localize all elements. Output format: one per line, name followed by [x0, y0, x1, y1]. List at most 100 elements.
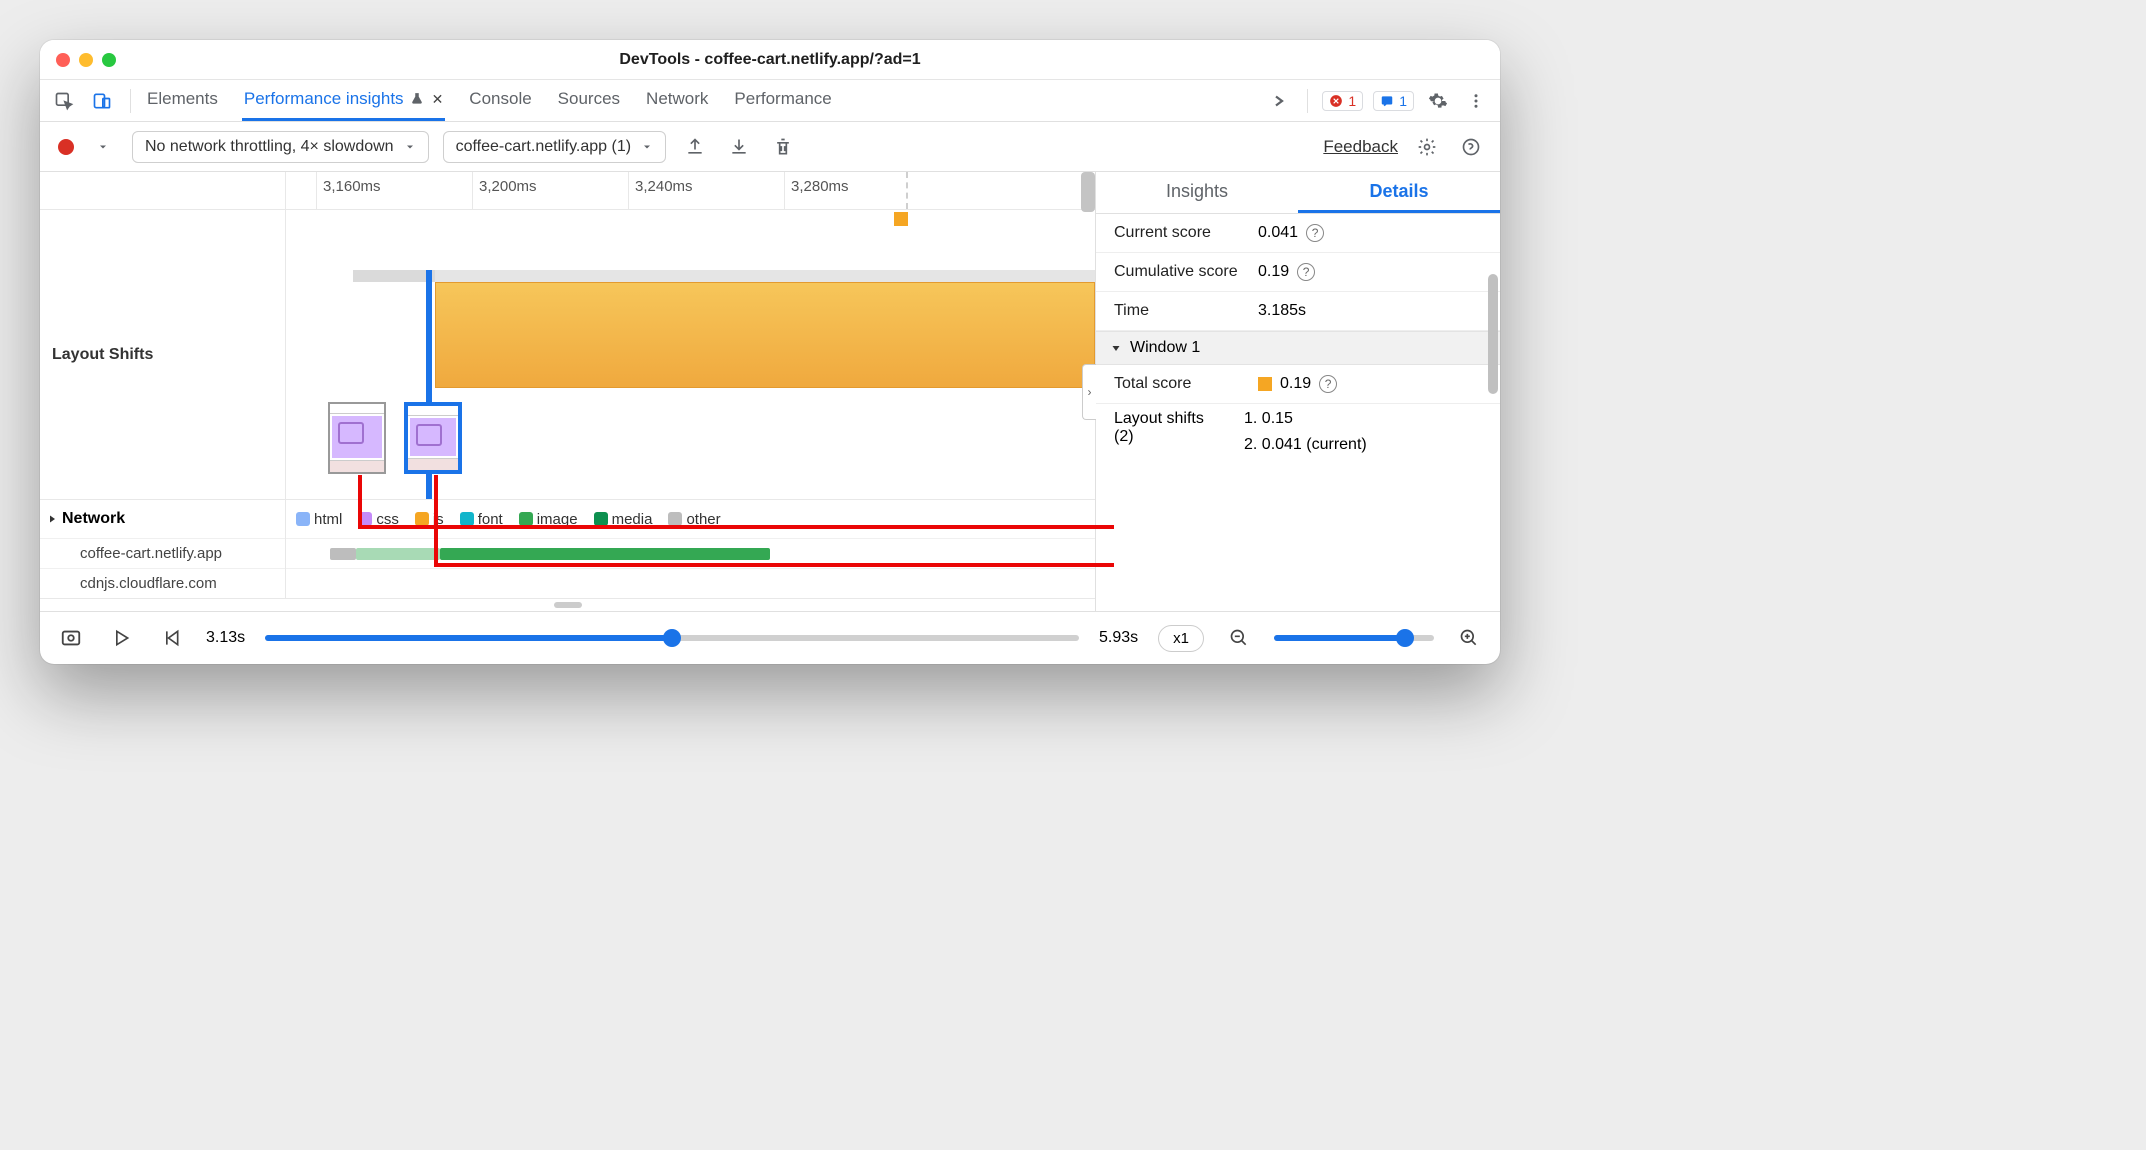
tab-elements[interactable]: Elements — [145, 80, 220, 121]
sidebar-scrollbar[interactable] — [1488, 214, 1498, 611]
layout-shift-item[interactable]: 2. 0.041 (current) — [1244, 436, 1367, 454]
request-bar[interactable] — [330, 548, 356, 560]
playback-footer: 3.13s 5.93s x1 — [40, 612, 1500, 664]
lane-label-network[interactable]: Network — [40, 500, 285, 538]
main-tabs: Elements Performance insights ✕ Console … — [145, 80, 834, 121]
layout-shift-thumbnail-selected[interactable] — [404, 402, 462, 474]
kebab-icon[interactable] — [1462, 87, 1490, 115]
network-track[interactable] — [286, 568, 1095, 598]
score-swatch-icon — [1258, 377, 1272, 391]
playback-slider[interactable] — [265, 635, 1079, 641]
feedback-link[interactable]: Feedback — [1323, 137, 1398, 157]
network-legend: html css js font image media other — [286, 500, 1095, 538]
close-icon[interactable] — [56, 53, 70, 67]
sidebar-toggle[interactable]: › — [1082, 364, 1096, 420]
ruler-tick: 3,280ms — [784, 172, 849, 209]
tab-performance[interactable]: Performance — [732, 80, 833, 121]
export-icon[interactable] — [680, 132, 710, 162]
recording-toolbar: No network throttling, 4× slowdown coffe… — [40, 122, 1500, 172]
window-group-header[interactable]: Window 1 — [1096, 331, 1500, 365]
legend-item: other — [668, 511, 720, 528]
minimize-icon[interactable] — [79, 53, 93, 67]
error-count-badge[interactable]: 1 — [1322, 91, 1363, 111]
main-tabbar: Elements Performance insights ✕ Console … — [40, 80, 1500, 122]
network-host-row[interactable]: cdnjs.cloudflare.com — [40, 568, 285, 598]
zoom-out-icon[interactable] — [1224, 623, 1254, 653]
help-icon[interactable]: ? — [1319, 375, 1337, 393]
delete-icon[interactable] — [768, 132, 798, 162]
lane-label-layout-shifts: Layout Shifts — [40, 210, 286, 499]
ruler-tick: 3,160ms — [316, 172, 381, 209]
time-ruler[interactable]: 3,160ms 3,200ms 3,240ms 3,280ms — [286, 172, 1095, 209]
tab-sources[interactable]: Sources — [556, 80, 622, 121]
preview-toggle-icon[interactable] — [56, 623, 86, 653]
legend-item: font — [460, 511, 503, 528]
help-icon[interactable]: ? — [1306, 224, 1324, 242]
settings-icon[interactable] — [1424, 87, 1452, 115]
divider — [1307, 89, 1308, 113]
legend-item: css — [358, 511, 399, 528]
tab-details[interactable]: Details — [1298, 172, 1500, 213]
chevron-right-icon — [46, 513, 58, 525]
titlebar: DevTools - coffee-cart.netlify.app/?ad=1 — [40, 40, 1500, 80]
legend-item: image — [519, 511, 578, 528]
window-controls — [56, 53, 116, 67]
layout-shifts-list: Layout shifts (2) 1. 0.15 2. 0.041 (curr… — [1096, 404, 1500, 460]
issues-count-badge[interactable]: 1 — [1373, 91, 1414, 111]
tab-network[interactable]: Network — [644, 80, 710, 121]
timeline-scrollbar[interactable] — [1081, 172, 1095, 212]
experiment-icon — [410, 92, 424, 106]
layout-shifts-lane[interactable] — [286, 210, 1095, 499]
sidebar-tabs: Insights Details — [1096, 172, 1500, 214]
divider — [130, 89, 131, 113]
request-bar[interactable] — [440, 548, 770, 560]
recording-select[interactable]: coffee-cart.netlify.app (1) — [443, 131, 667, 163]
details-sidebar: › Insights Details Current score 0.041? … — [1096, 172, 1500, 611]
js-execution-block[interactable] — [435, 282, 1095, 388]
devtools-window: DevTools - coffee-cart.netlify.app/?ad=1… — [40, 40, 1500, 664]
more-tabs-icon[interactable] — [1265, 87, 1293, 115]
detail-row-total-score: Total score 0.19? — [1096, 365, 1500, 404]
help-icon[interactable]: ? — [1297, 263, 1315, 281]
playback-start-time: 3.13s — [206, 629, 245, 647]
playback-speed[interactable]: x1 — [1158, 625, 1204, 652]
play-icon[interactable] — [106, 623, 136, 653]
inspect-icon[interactable] — [50, 87, 78, 115]
detail-row-cumulative-score: Cumulative score 0.19? — [1096, 253, 1500, 292]
layout-shift-thumbnail[interactable] — [328, 402, 386, 474]
workspace: 3,160ms 3,200ms 3,240ms 3,280ms Layout S… — [40, 172, 1500, 612]
layout-shift-item[interactable]: 1. 0.15 — [1244, 410, 1367, 428]
tab-console[interactable]: Console — [467, 80, 533, 121]
network-host-row[interactable]: coffee-cart.netlify.app — [40, 538, 285, 568]
import-icon[interactable] — [724, 132, 754, 162]
record-dropdown-icon[interactable] — [88, 132, 118, 162]
viewport-marker — [906, 172, 908, 209]
ruler-tick: 3,200ms — [472, 172, 537, 209]
ruler-tick: 3,240ms — [628, 172, 693, 209]
record-button[interactable] — [58, 139, 74, 155]
throttling-select[interactable]: No network throttling, 4× slowdown — [132, 131, 429, 163]
legend-item: html — [296, 511, 342, 528]
task-block — [435, 270, 1095, 282]
tab-insights[interactable]: Insights — [1096, 172, 1298, 213]
zoom-slider[interactable] — [1274, 635, 1434, 641]
device-toggle-icon[interactable] — [88, 87, 116, 115]
playback-end-time: 5.93s — [1099, 629, 1138, 647]
zoom-in-icon[interactable] — [1454, 623, 1484, 653]
close-tab-icon[interactable]: ✕ — [432, 91, 444, 108]
help-icon[interactable] — [1456, 132, 1486, 162]
legend-item: media — [594, 511, 653, 528]
window-title: DevTools - coffee-cart.netlify.app/?ad=1 — [40, 51, 1500, 69]
network-track[interactable] — [286, 538, 1095, 568]
rewind-icon[interactable] — [156, 623, 186, 653]
panel-settings-icon[interactable] — [1412, 132, 1442, 162]
horizontal-scrollbar[interactable] — [40, 599, 1095, 611]
timeline-panel[interactable]: 3,160ms 3,200ms 3,240ms 3,280ms Layout S… — [40, 172, 1096, 611]
legend-item: js — [415, 511, 444, 528]
zoom-icon[interactable] — [102, 53, 116, 67]
tab-performance-insights[interactable]: Performance insights ✕ — [242, 80, 445, 121]
lane-label-empty — [40, 172, 286, 209]
task-block — [353, 270, 435, 282]
detail-row-current-score: Current score 0.041? — [1096, 214, 1500, 253]
request-bar[interactable] — [356, 548, 440, 560]
